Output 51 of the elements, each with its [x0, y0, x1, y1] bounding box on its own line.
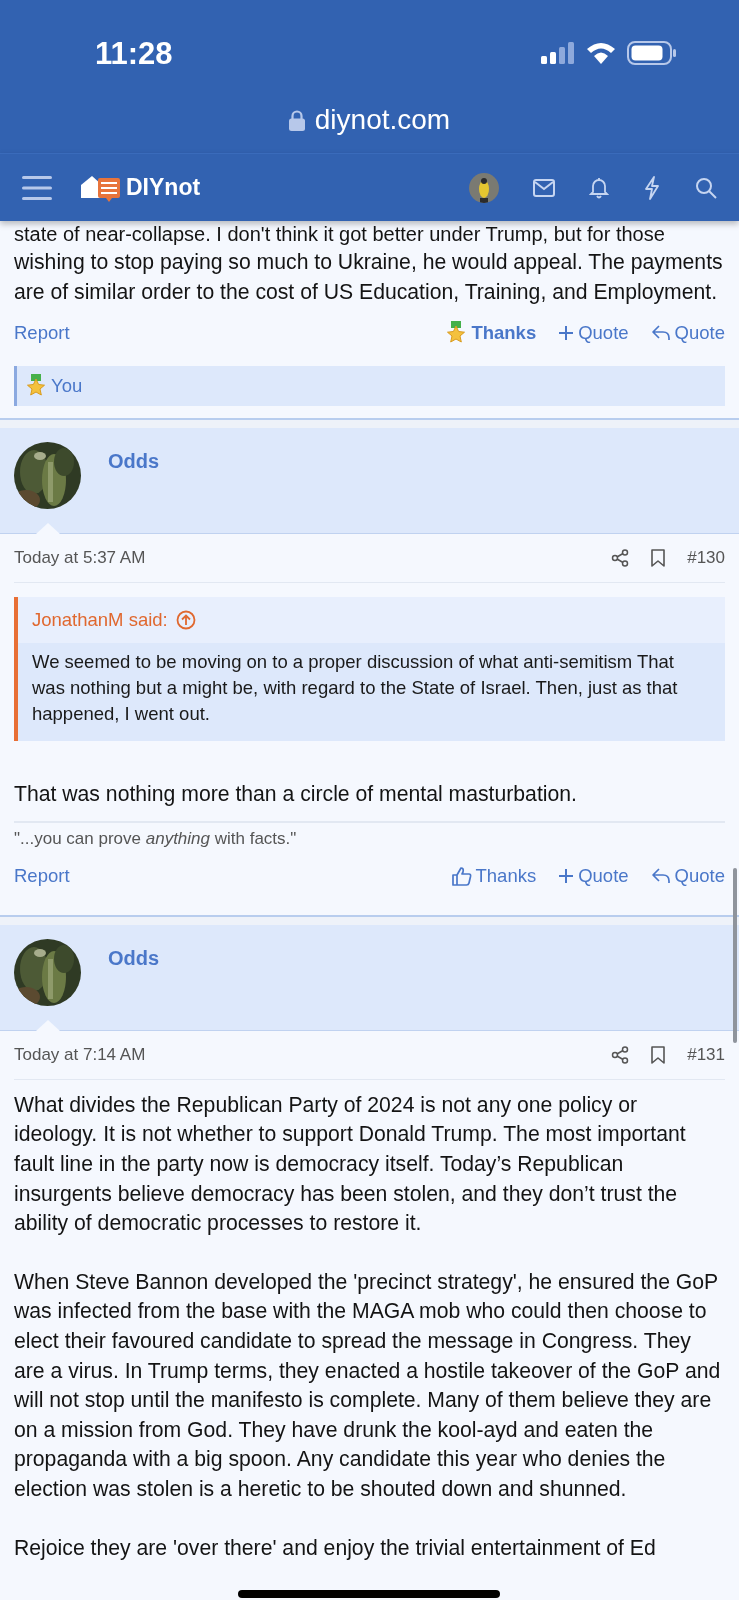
site-logo[interactable]: DIYnot [126, 174, 201, 201]
pointer-notch [36, 1019, 60, 1031]
quote-text: We seemed to be moving on to a proper discussion of what anti-semitism That was nothing but a might be, with regard to the State of Israel. Then, just as that happened, I went out. [32, 651, 678, 725]
post-date[interactable]: Today at 7:14 AM [14, 1044, 146, 1065]
bookmark-icon[interactable] [651, 549, 666, 568]
post-number[interactable]: #131 [687, 1044, 725, 1065]
share-icon[interactable] [611, 549, 630, 568]
arrow-up-icon[interactable] [175, 610, 196, 631]
bookmark-icon[interactable] [651, 1045, 666, 1064]
post-text: Rejoice they are 'over there' and enjoy the trivial entertainment of Ed [14, 1534, 657, 1562]
post-number[interactable]: #130 [687, 548, 725, 569]
search-icon[interactable] [695, 176, 717, 199]
post-text: wishing to stop paying so much to Ukraine, he would appeal. The payments are of similar order to the cost of US Education, Training, and Employment. [14, 249, 724, 306]
reaction-user[interactable]: You [51, 375, 83, 398]
report-link[interactable]: Report [14, 322, 70, 345]
pointer-notch [36, 523, 60, 535]
reply-quote-button[interactable]: Quote [650, 321, 725, 346]
multi-quote-button[interactable]: Quote [558, 864, 629, 887]
status-time: 11:28 [95, 36, 173, 72]
post-text: What divides the Republican Party of 2024 is not any one policy or ideology. It is not whether to support Donald Trump. The most important fault line in the party now is democracy itself. Today’s Republican insurgents believe democracy has been stolen, and they don’t trust the ability of democratic processes to restore it. [14, 1091, 687, 1237]
plus-icon [558, 867, 575, 884]
thanks-button[interactable]: Thanks [451, 864, 537, 887]
post-text: state of near-collapse. I don't think it got better under Trump, but for those [14, 222, 665, 247]
author-name[interactable]: Odds [108, 946, 160, 970]
multi-quote-button[interactable]: Quote [558, 321, 629, 346]
post-date[interactable]: Today at 5:37 AM [14, 548, 146, 569]
menu-icon[interactable] [22, 174, 52, 201]
wifi-icon [585, 41, 617, 65]
mail-icon[interactable] [533, 178, 555, 197]
reply-quote-button[interactable]: Quote [650, 864, 725, 887]
quote-author[interactable]: JonathanM said: [32, 609, 168, 632]
lightning-icon[interactable] [643, 175, 661, 200]
author-name[interactable]: Odds [108, 450, 160, 474]
battery-icon [627, 41, 677, 65]
signature-text: "...you can prove anything with facts." [14, 828, 297, 848]
url-text[interactable]: diynot.com [314, 104, 451, 136]
report-link[interactable]: Report [14, 864, 70, 887]
plus-icon [558, 325, 575, 342]
star-medal-icon [445, 321, 468, 346]
post-text: When Steve Bannon developed the 'precinct strategy', he ensured the GoP was infected from the base with the MAGA mob who could then choose to elect their favoured candidate to spread the message in Congress. They are a virus. In Trump terms, they enacted a hostile takeover of the GoP and will not stop until the manifesto is complete. Many of them believe they are on a mission from God. They have drunk the kool-ayd and eaten the propaganda with a big spoon. Any candidate this year who denies the election was stolen is a heretic to be shouted down and shunned. [14, 1268, 722, 1502]
scrollbar[interactable] [733, 868, 737, 1043]
post-text: That was nothing more than a circle of mental masturbation. [14, 781, 578, 808]
star-medal-icon [25, 374, 47, 399]
lock-icon [288, 110, 305, 131]
signal-icon [541, 42, 575, 64]
thumbs-up-icon [451, 865, 472, 886]
thanks-button[interactable]: Thanks [445, 321, 537, 346]
reply-icon [650, 866, 671, 885]
share-icon[interactable] [611, 1045, 630, 1064]
bell-icon[interactable] [589, 176, 609, 199]
reply-icon [650, 324, 671, 343]
